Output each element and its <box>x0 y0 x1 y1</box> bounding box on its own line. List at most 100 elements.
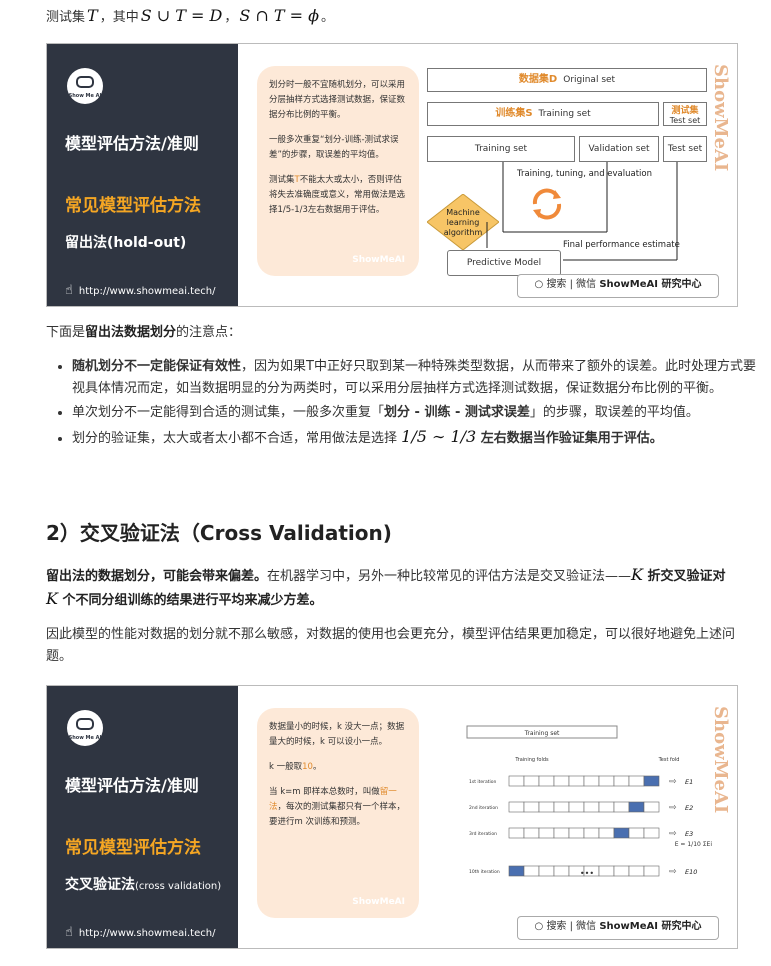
url-text: http://www.showmeai.tech/ <box>78 928 216 939</box>
intro-bold: 留出法数据划分 <box>85 325 177 340</box>
note-watermark: ShowMeAI <box>352 897 405 907</box>
training-fold-cell <box>628 827 645 839</box>
training-fold-cell <box>628 865 645 877</box>
bullet2-a: 单次划分不一定能得到合适的测试集，一般多次重复「 <box>72 405 385 420</box>
training-fold-cell <box>523 801 540 813</box>
training-fold-cell <box>643 827 660 839</box>
intro-line: 下面是留出法数据划分的注意点： <box>46 322 736 344</box>
figure-subtitle: 常见模型评估方法 <box>65 196 201 216</box>
section-heading: 2）交叉验证法（Cross Validation) <box>46 521 392 545</box>
training-fold-cell <box>523 865 540 877</box>
note-paragraph-1: 数据量小的时候，k 没大一点；数据量大的时候，k 可以设小一点。 <box>269 722 405 747</box>
method-cn: 交叉验证法 <box>65 877 135 893</box>
search-brand: ShowMeAI 研究中心 <box>599 921 702 932</box>
method-en: (cross validation) <box>135 881 222 892</box>
training-fold-cell <box>538 801 555 813</box>
error-label: E3 <box>685 830 693 838</box>
cv-paragraph-1: 留出法的数据划分，可能会带来偏差。在机器学习中，另外一种比较常见的评估方法是交叉… <box>46 564 736 612</box>
list-item: 随机划分不一定能保证有效性，因为如果T中正好只取到某一种特殊类型数据，从而带来了… <box>72 356 762 400</box>
search-text: 搜索 | 微信 <box>546 279 597 290</box>
figure-method: 交叉验证法(cross validation) <box>65 874 221 894</box>
top-line-sep: ， <box>224 10 238 25</box>
bullet2-b: 」的步骤，取误差的平均值。 <box>529 405 699 420</box>
test-fold-cell <box>628 801 645 813</box>
training-fold-cell <box>613 775 630 787</box>
figure-url[interactable]: ☝ http://www.showmeai.tech/ <box>65 925 215 940</box>
training-fold-cell <box>598 865 615 877</box>
error-label: E10 <box>685 868 697 876</box>
note-bubble: 数据量小的时候，k 没大一点；数据量大的时候，k 可以设小一点。 k 一般取10… <box>257 708 419 918</box>
training-fold-cell <box>628 775 645 787</box>
diagram-arrows <box>486 162 678 261</box>
figure-left-panel: Show Me AI 模型评估方法/准则 常见模型评估方法 交叉验证法(cros… <box>47 686 238 948</box>
note-p2-a: k 一般取 <box>269 762 303 772</box>
training-fold-cell <box>538 865 555 877</box>
training-fold-cell <box>523 775 540 787</box>
note-p3-a: 当 k=m 即样本总数时，叫做 <box>269 787 380 797</box>
search-brand: ShowMeAI 研究中心 <box>599 279 702 290</box>
hold-out-figure: Show Me AI 模型评估方法/准则 常见模型评估方法 留出法(hold-o… <box>46 43 738 307</box>
search-badge[interactable]: ○ 搜索 | 微信 ShowMeAI 研究中心 <box>517 274 719 298</box>
training-fold-cell <box>508 775 525 787</box>
bullet3-bold: 左右数据当作验证集用于评估。 <box>476 431 663 446</box>
search-icon: ○ <box>534 279 544 290</box>
training-fold-cell <box>568 775 585 787</box>
cv-paragraph-2: 因此模型的性能对数据的划分就不那么敏感，对数据的使用也会更充分，模型评估结果更加… <box>46 627 736 664</box>
test-fold-cell <box>643 775 660 787</box>
figure-method: 留出法(hold-out) <box>65 232 186 252</box>
average-formula: E = 1/10 ΣEi <box>675 841 713 848</box>
test-fold-cell <box>508 865 525 877</box>
training-fold-cell <box>583 801 600 813</box>
training-fold-cell <box>643 801 660 813</box>
bullet3-a: 划分的验证集，太大或者太小都不合适，常用做法是选择 <box>72 431 402 446</box>
arrow-right-icon: ⇨ <box>669 867 677 877</box>
note-paragraph-2: 一般多次重复“划分-训练-测试求误差”的步骤，取误差的平均值。 <box>269 135 399 160</box>
iteration-label: 10th iteration <box>469 869 500 875</box>
showmeai-logo: Show Me AI <box>67 68 103 104</box>
note-bubble: 划分时一般不宜随机划分，可以采用分层抽样方式选择测试数据，保证数据分布比例的平衡… <box>257 66 419 276</box>
list-item: 划分的验证集，太大或者太小都不合适，常用做法是选择 1/5 ∼ 1/3 左右数据… <box>72 426 762 450</box>
figure-left-panel: Show Me AI 模型评估方法/准则 常见模型评估方法 留出法(hold-o… <box>47 44 238 306</box>
note-paragraph-3: 当 k=m 即样本总数时，叫做留一法，每次的测试集都只有一个样本，要进行m 次训… <box>269 785 407 830</box>
showmeai-logo: Show Me AI <box>67 710 103 746</box>
iteration-label: 1st iteration <box>469 779 497 785</box>
cv-p1-bold1: 留出法的数据划分，可能会带来偏差。 <box>46 569 268 584</box>
training-fold-cell <box>613 865 630 877</box>
training-fold-cell <box>583 775 600 787</box>
pointer-icon: ☝ <box>65 283 73 298</box>
top-line-end: 。 <box>321 10 335 25</box>
note-paragraph-2: k 一般取10。 <box>269 760 407 775</box>
url-text: http://www.showmeai.tech/ <box>78 286 216 297</box>
note-paragraph-1: 划分时一般不宜随机划分，可以采用分层抽样方式选择测试数据，保证数据分布比例的平衡… <box>269 80 406 120</box>
training-fold-cell <box>508 801 525 813</box>
training-fold-cell <box>583 827 600 839</box>
training-fold-cell <box>553 775 570 787</box>
top-line-prefix: 测试集 <box>46 10 86 25</box>
cross-validation-figure: Show Me AI 模型评估方法/准则 常见模型评估方法 交叉验证法(cros… <box>46 685 738 949</box>
arrow-right-icon: ⇨ <box>669 803 677 813</box>
method-en: (hold-out) <box>107 235 187 251</box>
iteration-label: 2nd iteration <box>469 805 498 811</box>
figure-subtitle: 常见模型评估方法 <box>65 838 201 858</box>
search-text: 搜索 | 微信 <box>546 921 597 932</box>
training-fold-cell <box>613 801 630 813</box>
training-fold-cell <box>568 801 585 813</box>
formula-intersection: S ∩ T = ϕ <box>239 6 320 25</box>
bullet1-bold: 随机划分不一定能保证有效性 <box>72 359 242 374</box>
math-T: T <box>87 6 98 25</box>
error-label: E1 <box>685 778 693 786</box>
cv-grid-diagram: Training set Training folds Test fold 1s… <box>466 725 713 878</box>
test-fold-cell <box>613 827 630 839</box>
top-line: 测试集 T ，其中 S ∪ T = D， S ∩ T = ϕ。 <box>46 6 334 25</box>
training-folds-label: Training folds <box>514 757 549 763</box>
note-watermark: ShowMeAI <box>352 255 405 265</box>
training-fold-cell <box>538 775 555 787</box>
method-cn: 留出法 <box>65 235 107 251</box>
test-fold-label: Test fold <box>658 757 680 763</box>
robot-face-icon <box>76 76 94 88</box>
training-fold-cell <box>553 827 570 839</box>
list-item: 单次划分不一定能得到合适的测试集，一般多次重复「划分 - 训练 - 测试求误差」… <box>72 402 762 424</box>
search-badge[interactable]: ○ 搜索 | 微信 ShowMeAI 研究中心 <box>517 916 719 940</box>
figure-url[interactable]: ☝ http://www.showmeai.tech/ <box>65 283 215 298</box>
training-set-label: Training set <box>524 730 560 737</box>
